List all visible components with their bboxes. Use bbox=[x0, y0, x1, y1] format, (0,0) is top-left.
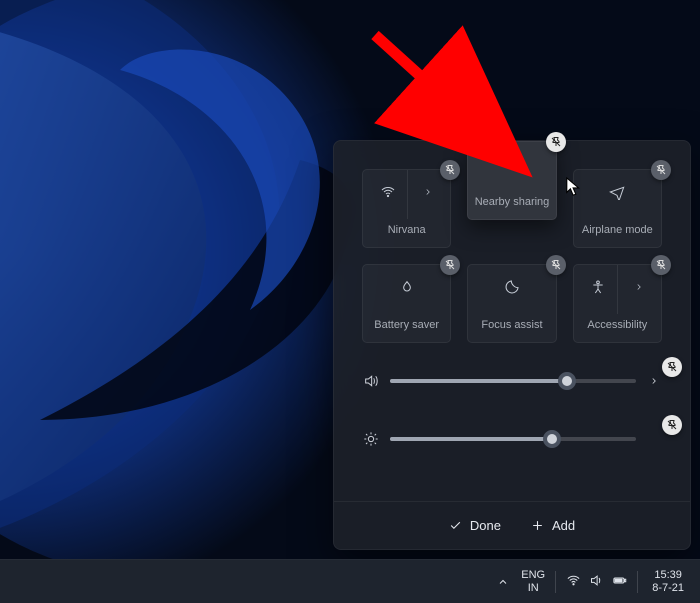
airplane-mode-label: Airplane mode bbox=[582, 224, 653, 237]
battery-saver-tile[interactable]: Battery saver bbox=[362, 264, 451, 343]
chevron-right-icon bbox=[423, 187, 433, 200]
airplane-mode-tile[interactable]: Airplane mode bbox=[573, 169, 662, 248]
quick-settings-panel: Nirvana Nearby sharing Airplane mode bbox=[333, 140, 691, 550]
lang-line2: IN bbox=[528, 582, 539, 595]
volume-thumb[interactable] bbox=[558, 372, 576, 390]
chevron-right-icon bbox=[634, 282, 644, 295]
clock-date: 8-7-21 bbox=[652, 582, 684, 595]
airplane-icon bbox=[609, 184, 625, 203]
volume-icon bbox=[362, 373, 380, 389]
battery-icon bbox=[612, 573, 627, 591]
done-button[interactable]: Done bbox=[449, 518, 501, 533]
battery-saver-icon bbox=[399, 279, 415, 298]
sliders-section bbox=[362, 365, 662, 455]
unpin-icon[interactable] bbox=[651, 255, 671, 275]
unpin-icon[interactable] bbox=[440, 255, 460, 275]
chevron-right-icon[interactable] bbox=[646, 376, 662, 386]
taskbar: ENG IN 15:39 8-7-21 bbox=[0, 559, 700, 603]
unpin-icon[interactable] bbox=[662, 357, 682, 377]
add-label: Add bbox=[552, 518, 575, 533]
brightness-icon bbox=[362, 431, 380, 447]
nearby-sharing-label: Nearby sharing bbox=[475, 196, 550, 209]
nearby-sharing-tile[interactable]: Nearby sharing bbox=[467, 141, 556, 220]
accessibility-label: Accessibility bbox=[587, 319, 647, 332]
nearby-share-icon bbox=[504, 156, 520, 175]
taskbar-separator bbox=[637, 571, 638, 593]
brightness-thumb[interactable] bbox=[543, 430, 561, 448]
taskbar-separator bbox=[555, 571, 556, 593]
accessibility-tile[interactable]: Accessibility bbox=[573, 264, 662, 343]
tray-overflow-button[interactable] bbox=[491, 560, 515, 603]
unpin-icon[interactable] bbox=[546, 132, 566, 152]
brightness-slider[interactable] bbox=[390, 437, 636, 441]
clock[interactable]: 15:39 8-7-21 bbox=[642, 560, 694, 603]
volume-fill bbox=[390, 379, 567, 383]
wifi-label: Nirvana bbox=[388, 224, 426, 237]
focus-assist-label: Focus assist bbox=[481, 319, 542, 332]
brightness-slider-row bbox=[362, 423, 662, 455]
unpin-icon[interactable] bbox=[546, 255, 566, 275]
accessibility-icon bbox=[590, 279, 606, 298]
focus-assist-icon bbox=[504, 279, 520, 298]
wifi-tile[interactable]: Nirvana bbox=[362, 169, 451, 248]
volume-icon bbox=[589, 573, 604, 591]
wifi-icon bbox=[566, 573, 581, 591]
add-button[interactable]: Add bbox=[531, 518, 575, 533]
done-label: Done bbox=[470, 518, 501, 533]
wifi-icon bbox=[380, 184, 396, 203]
clock-time: 15:39 bbox=[654, 569, 682, 582]
focus-assist-tile[interactable]: Focus assist bbox=[467, 264, 556, 343]
volume-slider-row bbox=[362, 365, 662, 397]
system-tray[interactable] bbox=[560, 560, 633, 603]
language-indicator[interactable]: ENG IN bbox=[515, 560, 551, 603]
battery-saver-label: Battery saver bbox=[374, 319, 439, 332]
brightness-fill bbox=[390, 437, 552, 441]
unpin-icon[interactable] bbox=[440, 160, 460, 180]
unpin-icon[interactable] bbox=[651, 160, 671, 180]
lang-line1: ENG bbox=[521, 569, 545, 582]
unpin-icon[interactable] bbox=[662, 415, 682, 435]
panel-footer: Done Add bbox=[334, 501, 690, 549]
tiles-grid: Nirvana Nearby sharing Airplane mode bbox=[362, 169, 662, 343]
volume-slider[interactable] bbox=[390, 379, 636, 383]
